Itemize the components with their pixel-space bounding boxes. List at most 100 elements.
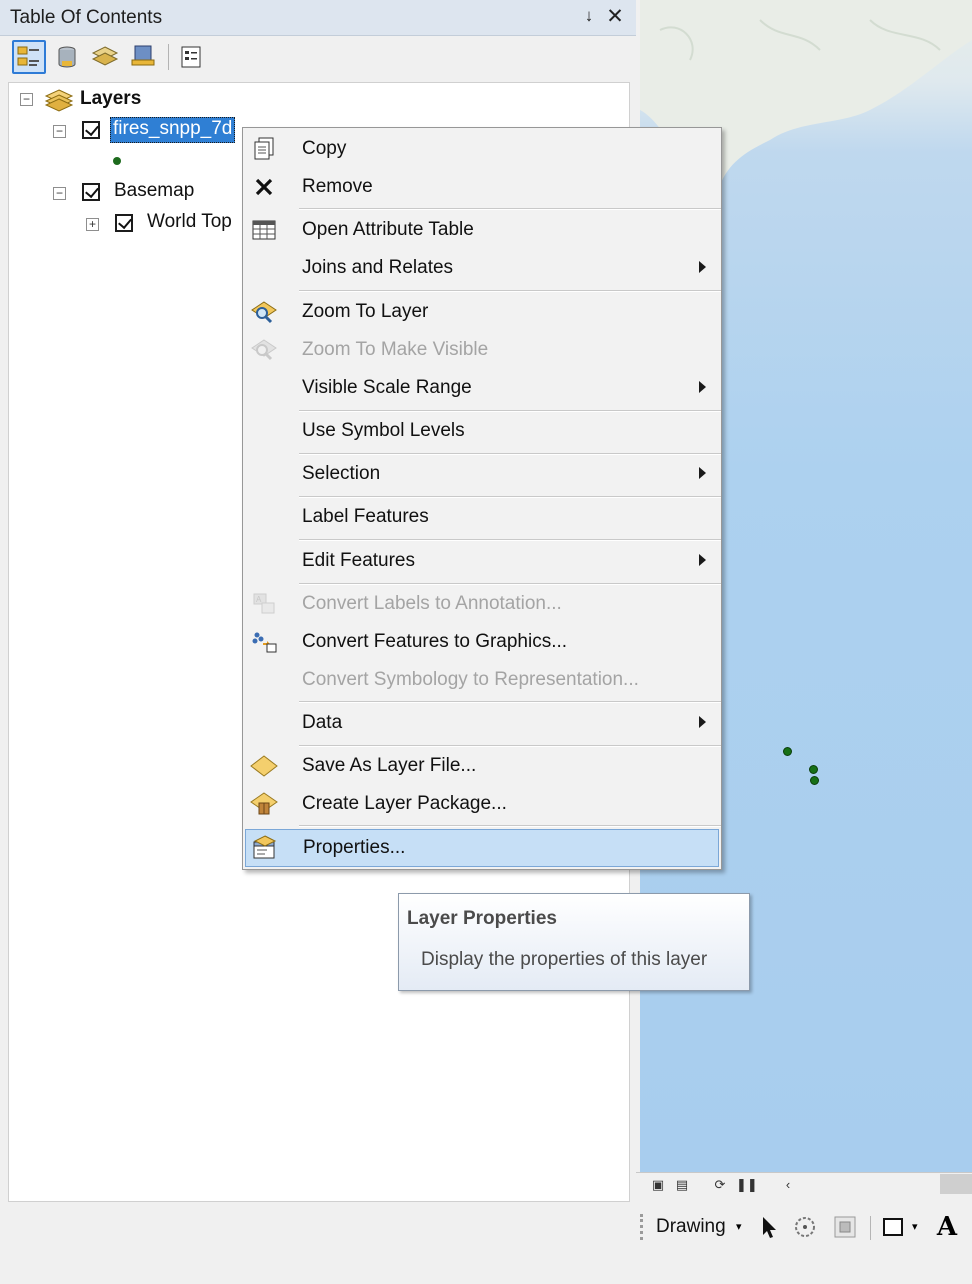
close-icon[interactable]: ✕ xyxy=(605,4,625,28)
toolbar-grip[interactable] xyxy=(640,1214,643,1240)
toolbar-separator xyxy=(870,1216,871,1240)
toc-footer xyxy=(0,1202,636,1284)
menu-item-label: Joins and Relates xyxy=(302,257,454,278)
fires-layer-checkbox[interactable] xyxy=(82,121,100,139)
scroll-left-icon[interactable]: ‹ xyxy=(780,1177,796,1193)
menu-item-remove[interactable]: Remove xyxy=(243,168,721,206)
toc-title: Table Of Contents xyxy=(10,7,163,28)
menu-item-label: Data xyxy=(302,712,343,733)
layers-frame-icon xyxy=(44,88,74,117)
basemap-checkbox[interactable] xyxy=(82,183,100,201)
menu-separator xyxy=(299,701,721,703)
tooltip: Layer Properties Display the properties … xyxy=(398,893,750,991)
submenu-arrow-icon xyxy=(699,716,706,728)
layer-file-icon xyxy=(249,753,279,779)
rectangle-icon[interactable] xyxy=(878,1212,908,1242)
attribute-table-icon xyxy=(249,217,279,243)
chevron-down-icon[interactable]: ▾ xyxy=(736,1220,742,1233)
pause-drawing-icon[interactable]: ❚❚ xyxy=(736,1177,758,1193)
menu-item-label: Convert Labels to Annotation... xyxy=(302,593,562,614)
submenu-arrow-icon xyxy=(699,554,706,566)
collapse-layers-icon[interactable]: − xyxy=(20,93,33,106)
menu-item-label: Label Features xyxy=(302,506,429,527)
menu-item-label: Selection xyxy=(302,463,381,484)
fires-point-symbol xyxy=(113,157,121,165)
list-by-visibility-icon[interactable] xyxy=(88,40,122,74)
menu-item-convert-labels-to-annotation: A Convert Labels to Annotation... xyxy=(243,585,721,623)
fires-layer-label[interactable]: fires_snpp_7d xyxy=(110,117,236,143)
menu-item-label-features[interactable]: Label Features xyxy=(243,498,721,536)
layer-package-icon xyxy=(249,791,279,817)
menu-item-label: Zoom To Layer xyxy=(302,301,429,322)
text-icon[interactable]: A xyxy=(932,1212,962,1242)
toolbar-separator xyxy=(168,44,169,70)
menu-item-label: Convert Symbology to Representation... xyxy=(302,669,639,690)
collapse-fires-layer-icon[interactable]: − xyxy=(53,125,66,138)
chevron-down-icon[interactable]: ▾ xyxy=(912,1220,918,1233)
list-by-selection-icon[interactable] xyxy=(126,40,160,74)
world-topo-label[interactable]: World Top xyxy=(147,211,232,233)
svg-text:A: A xyxy=(256,595,262,604)
pin-icon[interactable]: ↓ xyxy=(580,6,598,28)
zoom-to-selected-elements-icon[interactable] xyxy=(830,1212,860,1242)
menu-item-convert-features-to-graphics[interactable]: Convert Features to Graphics... xyxy=(243,623,721,661)
map-view-controls: ▣ ▤ ⟳ ❚❚ ‹ xyxy=(636,1172,972,1198)
menu-item-label: Save As Layer File... xyxy=(302,755,477,776)
expand-world-topo-icon[interactable]: + xyxy=(86,218,99,231)
fire-point xyxy=(783,747,792,756)
menu-item-label: Remove xyxy=(302,176,373,197)
menu-item-visible-scale-range[interactable]: Visible Scale Range xyxy=(243,369,721,407)
zoom-to-layer-icon xyxy=(249,299,279,325)
data-view-icon[interactable]: ▣ xyxy=(650,1177,666,1193)
menu-separator xyxy=(299,290,721,292)
collapse-basemap-icon[interactable]: − xyxy=(53,187,66,200)
menu-item-label: Properties... xyxy=(303,837,406,858)
menu-item-copy[interactable]: Copy xyxy=(243,130,721,168)
basemap-label[interactable]: Basemap xyxy=(114,180,194,202)
properties-icon xyxy=(250,835,280,861)
fire-point xyxy=(809,765,818,774)
tooltip-description: Display the properties of this layer xyxy=(421,949,708,970)
submenu-arrow-icon xyxy=(699,381,706,393)
drawing-menu-button[interactable]: Drawing xyxy=(656,1216,726,1238)
menu-item-save-as-layer-file[interactable]: Save As Layer File... xyxy=(243,747,721,785)
remove-icon xyxy=(249,174,279,200)
submenu-arrow-icon xyxy=(699,261,706,273)
copy-icon xyxy=(249,136,279,162)
zoom-to-make-visible-icon xyxy=(249,337,279,363)
menu-item-data[interactable]: Data xyxy=(243,704,721,742)
map-horizontal-scrollbar[interactable] xyxy=(940,1174,972,1194)
submenu-arrow-icon xyxy=(699,467,706,479)
menu-item-zoom-to-make-visible: Zoom To Make Visible xyxy=(243,331,721,369)
menu-item-convert-symbology-to-representation: Convert Symbology to Representation... xyxy=(243,661,721,699)
convert-labels-icon: A xyxy=(249,591,279,617)
menu-item-edit-features[interactable]: Edit Features xyxy=(243,542,721,580)
menu-item-zoom-to-layer[interactable]: Zoom To Layer xyxy=(243,293,721,331)
menu-item-label: Open Attribute Table xyxy=(302,219,474,240)
refresh-icon[interactable]: ⟳ xyxy=(712,1177,728,1193)
drawing-toolbar: Drawing ▾ ▾ A xyxy=(636,1206,972,1250)
menu-item-properties[interactable]: Properties... xyxy=(245,829,719,867)
convert-features-icon xyxy=(249,629,279,655)
menu-item-use-symbol-levels[interactable]: Use Symbol Levels xyxy=(243,412,721,450)
menu-separator xyxy=(299,208,721,210)
menu-item-label: Edit Features xyxy=(302,550,415,571)
menu-item-label: Zoom To Make Visible xyxy=(302,339,489,360)
tooltip-title: Layer Properties xyxy=(407,908,557,929)
select-elements-icon[interactable] xyxy=(754,1212,784,1242)
menu-item-label: Visible Scale Range xyxy=(302,377,472,398)
rotate-icon[interactable] xyxy=(790,1212,820,1242)
world-topo-checkbox[interactable] xyxy=(115,214,133,232)
toc-title-bar[interactable]: Table Of Contents ↓ ✕ xyxy=(0,0,636,36)
menu-item-create-layer-package[interactable]: Create Layer Package... xyxy=(243,785,721,823)
menu-item-selection[interactable]: Selection xyxy=(243,455,721,493)
menu-separator xyxy=(299,539,721,541)
fire-point xyxy=(810,776,819,785)
menu-item-joins-and-relates[interactable]: Joins and Relates xyxy=(243,249,721,287)
layers-root-label[interactable]: Layers xyxy=(80,88,141,110)
list-by-drawing-order-icon[interactable] xyxy=(12,40,46,74)
layout-view-icon[interactable]: ▤ xyxy=(674,1177,690,1193)
options-icon[interactable] xyxy=(174,40,208,74)
menu-item-open-attribute-table[interactable]: Open Attribute Table xyxy=(243,211,721,249)
list-by-source-icon[interactable] xyxy=(50,40,84,74)
